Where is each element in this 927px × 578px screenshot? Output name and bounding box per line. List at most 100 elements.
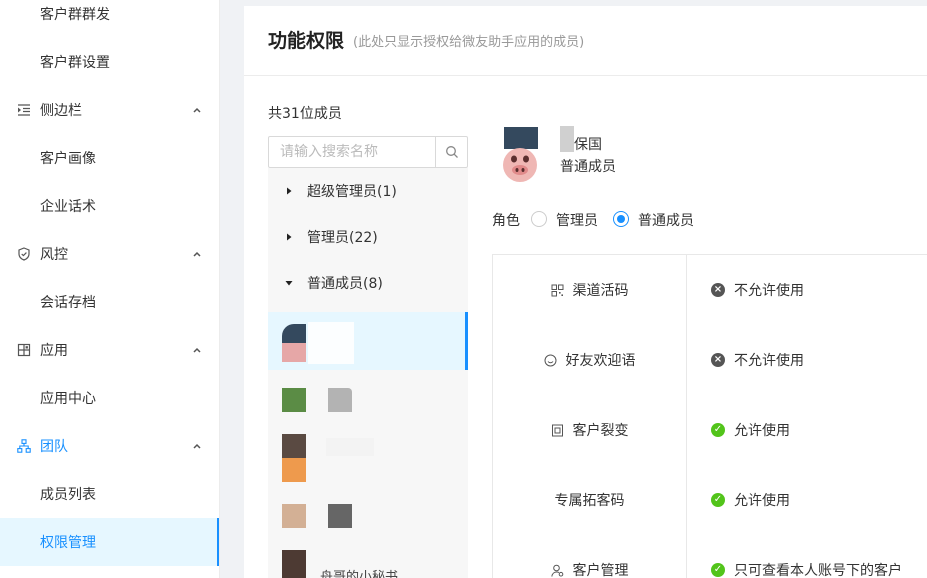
user-manage-icon [551, 563, 565, 577]
smile-icon [544, 353, 558, 367]
tree-group-label: 超级管理员(1) [307, 184, 397, 200]
permission-status: ✓ 只可查看本人账号下的客户 [711, 535, 902, 578]
sidebar-group-apps[interactable]: 应用 [0, 326, 219, 374]
member-row[interactable]: 舟哥的小秘书 [268, 544, 468, 578]
page-subtitle: (此处只显示授权给微友助手应用的成员) [353, 35, 585, 50]
permission-row: 客户裂变 ✓ 允许使用 [493, 395, 927, 465]
check-circle-icon: ✓ [711, 493, 725, 507]
chevron-up-icon [193, 107, 201, 113]
org-icon [16, 438, 32, 454]
blurred-name [328, 504, 352, 528]
page-title: 功能权限 [268, 30, 345, 52]
permission-feature: 好友欢迎语 [493, 325, 686, 395]
role-radio-admin[interactable] [531, 211, 547, 227]
close-circle-icon: × [711, 283, 725, 297]
sidebar-group-sidebar[interactable]: 侧边栏 [0, 86, 219, 134]
search-button[interactable] [435, 137, 467, 167]
member-role: 普通成员 [560, 159, 616, 175]
member-count: 共31位成员 [268, 106, 342, 122]
panel-header: 功能权限 (此处只显示授权给微友助手应用的成员) [244, 6, 927, 76]
permission-feature: 渠道活码 [493, 255, 686, 325]
member-name: 舟哥的小秘书 [320, 570, 399, 578]
role-option-label[interactable]: 普通成员 [638, 210, 694, 230]
search-input[interactable] [269, 137, 435, 167]
member-row[interactable] [268, 486, 468, 544]
avatar [282, 434, 306, 482]
caret-right-icon [287, 187, 292, 195]
avatar [282, 550, 306, 578]
permission-status: × 不允许使用 [711, 255, 804, 325]
member-tree: 超级管理员(1) 管理员(22) 普通成员(8) 舟哥的小秘书 [268, 168, 468, 578]
sidebar-group-label: 风控 [40, 247, 68, 263]
permission-feature: 客户裂变 [493, 395, 686, 465]
permission-status: × 不允许使用 [711, 325, 804, 395]
tree-group-super-admin[interactable]: 超级管理员(1) [268, 168, 468, 214]
indent-icon [16, 102, 32, 118]
permission-status: ✓ 允许使用 [711, 465, 790, 535]
role-label: 角色 [492, 213, 520, 229]
sidebar-group-label: 团队 [40, 439, 68, 455]
sidebar-item-customer-profile[interactable]: 客户画像 [0, 134, 219, 182]
status-label: 只可查看本人账号下的客户 [734, 563, 902, 578]
sidebar-item-group-broadcast[interactable]: 客户群群发 [0, 0, 219, 38]
sidebar-item-permission-management[interactable]: 权限管理 [0, 518, 219, 566]
status-label: 允许使用 [734, 423, 790, 439]
sidebar-item-chat-archive[interactable]: 会话存档 [0, 278, 219, 326]
blurred-name-part [560, 126, 574, 152]
close-circle-icon: × [711, 353, 725, 367]
permission-feature: 专属拓客码 [493, 465, 686, 535]
status-label: 不允许使用 [734, 283, 804, 299]
tree-group-normal-member[interactable]: 普通成员(8) [268, 260, 468, 306]
sidebar-item-label: 客户群设置 [40, 55, 110, 71]
sidebar-group-team[interactable]: 团队 [0, 422, 219, 470]
role-radio-normal-member[interactable] [613, 211, 629, 227]
sidebar-item-label: 应用中心 [40, 391, 96, 407]
shield-icon [16, 246, 32, 262]
sidebar-item-label: 企业话术 [40, 199, 96, 215]
member-avatar [500, 127, 544, 183]
feature-label: 专属拓客码 [554, 493, 625, 509]
sidebar-item-group-settings[interactable]: 客户群设置 [0, 38, 219, 86]
chevron-up-icon [193, 251, 201, 257]
apps-icon [16, 342, 32, 358]
chevron-up-icon [193, 347, 201, 353]
check-circle-icon: ✓ [711, 563, 725, 577]
avatar [282, 324, 306, 362]
member-name: 保国 [574, 137, 602, 153]
caret-down-icon [285, 281, 293, 286]
sidebar-item-scripts[interactable]: 企业话术 [0, 182, 219, 230]
role-option-label[interactable]: 管理员 [556, 210, 598, 230]
permission-row: 专属拓客码 ✓ 允许使用 [493, 465, 927, 535]
sidebar-group-risk[interactable]: 风控 [0, 230, 219, 278]
caret-right-icon [287, 233, 292, 241]
feature-label: 客户管理 [572, 563, 629, 578]
member-search [268, 136, 468, 168]
member-row[interactable] [268, 312, 468, 370]
sidebar-item-member-list[interactable]: 成员列表 [0, 470, 219, 518]
feature-label: 渠道活码 [572, 283, 629, 299]
blurred-name [328, 388, 352, 412]
permission-row: 好友欢迎语 × 不允许使用 [493, 325, 927, 395]
status-label: 允许使用 [734, 493, 790, 509]
permission-status: ✓ 允许使用 [711, 395, 790, 465]
tree-group-label: 管理员(22) [307, 230, 378, 246]
sidebar-item-label: 成员列表 [40, 487, 96, 503]
sidebar-item-label: 会话存档 [40, 295, 96, 311]
member-row[interactable] [268, 428, 468, 486]
sidebar-item-label: 客户画像 [40, 151, 96, 167]
sidebar-group-label: 侧边栏 [40, 103, 82, 119]
sidebar-item-label: 客户群群发 [40, 7, 110, 23]
blurred-name [308, 322, 354, 364]
avatar [282, 388, 306, 412]
member-row[interactable] [268, 370, 468, 428]
sidebar-group-label: 应用 [40, 343, 68, 359]
status-label: 不允许使用 [734, 353, 804, 369]
qrcode-icon [551, 283, 565, 297]
tree-group-label: 普通成员(8) [307, 276, 383, 292]
chevron-up-icon [193, 443, 201, 449]
sidebar: 客户群群发 客户群设置 侧边栏 客户画像 企业话术 风控 会话存档 应用 应用中… [0, 0, 220, 578]
tree-group-admin[interactable]: 管理员(22) [268, 214, 468, 260]
sidebar-item-app-center[interactable]: 应用中心 [0, 374, 219, 422]
check-circle-icon: ✓ [711, 423, 725, 437]
permission-row: 客户管理 ✓ 只可查看本人账号下的客户 [493, 535, 927, 578]
